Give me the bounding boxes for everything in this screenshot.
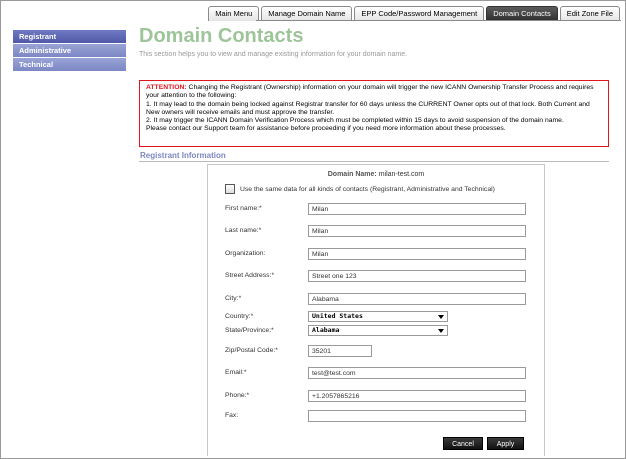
sidebar-item-administrative[interactable]: Administrative — [13, 44, 126, 57]
tab-main-menu[interactable]: Main Menu — [208, 6, 260, 21]
country-label: Country:* — [225, 313, 254, 320]
registrant-form: Domain Name: milan-test.com Use the same… — [207, 164, 545, 456]
domain-name-value: milan-test.com — [378, 171, 425, 178]
organization-field[interactable] — [308, 248, 526, 260]
chevron-down-icon — [438, 315, 444, 319]
phone-label: Phone:* — [225, 392, 250, 399]
attention-box: ATTENTION: Changing the Registrant (Owne… — [139, 80, 609, 147]
city-field[interactable] — [308, 293, 526, 305]
section-title: Registrant Information — [140, 151, 226, 160]
country-select[interactable]: United States — [308, 311, 448, 322]
attention-lead: ATTENTION: Changing the Registrant (Owne… — [146, 84, 602, 101]
state-select-value: Alabama — [312, 326, 340, 334]
sidebar-item-registrant[interactable]: Registrant — [13, 30, 126, 43]
tab-underline — [256, 20, 621, 21]
state-select[interactable]: Alabama — [308, 325, 448, 336]
street-address-field[interactable] — [308, 270, 526, 282]
page-title: Domain Contacts — [139, 25, 304, 47]
state-label: State/Province:* — [225, 327, 274, 334]
first-name-label: First name:* — [225, 205, 262, 212]
tab-epp-code[interactable]: EPP Code/Password Management — [354, 6, 485, 21]
same-data-checkbox[interactable] — [225, 184, 235, 194]
country-select-value: United States — [312, 312, 363, 320]
zip-label: Zip/Postal Code:* — [225, 347, 278, 354]
cancel-button[interactable]: Cancel — [443, 437, 483, 450]
tab-manage-domain-name[interactable]: Manage Domain Name — [261, 6, 353, 21]
same-data-label: Use the same data for all kinds of conta… — [240, 185, 495, 193]
zip-field[interactable] — [308, 345, 372, 357]
attention-label: ATTENTION: — [146, 84, 187, 91]
organization-label: Organization: — [225, 250, 266, 257]
attention-point-1: 1. It may lead to the domain being locke… — [146, 100, 590, 116]
attention-point-2: 2. It may trigger the ICANN Domain Verif… — [146, 117, 564, 125]
page-subtitle: This section helps you to view and manag… — [139, 51, 408, 58]
attention-point-3: Please contact our Support team for assi… — [146, 125, 506, 133]
section-divider — [139, 161, 609, 162]
email-label: Email:* — [225, 369, 247, 376]
last-name-field[interactable] — [308, 225, 526, 237]
apply-button[interactable]: Apply — [487, 437, 524, 450]
sidebar: Registrant Administrative Technical — [13, 30, 126, 72]
last-name-label: Last name:* — [225, 227, 262, 234]
attention-lead-text: Changing the Registrant (Ownership) info… — [146, 84, 594, 100]
street-address-label: Street Address:* — [225, 272, 275, 279]
domain-name-line: Domain Name: milan-test.com — [208, 171, 544, 178]
domain-name-label: Domain Name: — [327, 171, 377, 178]
email-field[interactable] — [308, 367, 526, 379]
fax-field[interactable] — [308, 410, 526, 422]
first-name-field[interactable] — [308, 203, 526, 215]
phone-field[interactable] — [308, 390, 526, 402]
tab-edit-zone-file[interactable]: Edit Zone File — [559, 6, 620, 21]
same-data-row: Use the same data for all kinds of conta… — [225, 184, 495, 194]
top-tabs: Main Menu Manage Domain Name EPP Code/Pa… — [208, 6, 620, 21]
fax-label: Fax: — [225, 412, 239, 419]
sidebar-item-technical[interactable]: Technical — [13, 58, 126, 71]
tab-domain-contacts[interactable]: Domain Contacts — [486, 6, 558, 21]
city-label: City:* — [225, 295, 242, 302]
chevron-down-icon — [438, 329, 444, 333]
